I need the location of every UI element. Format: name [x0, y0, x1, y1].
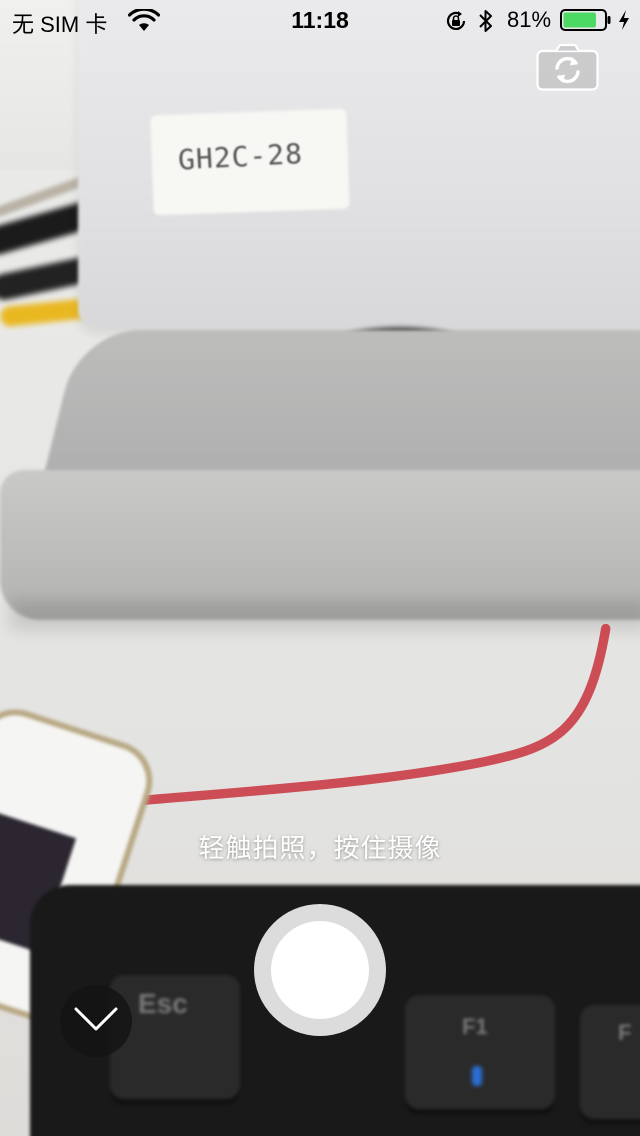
battery-icon — [560, 9, 611, 31]
key-label-f2: F — [618, 1020, 632, 1045]
switch-camera-button[interactable] — [536, 43, 599, 91]
orientation-lock-icon — [446, 11, 466, 30]
battery-percent: 81% — [507, 7, 552, 32]
chevron-down-icon — [74, 1007, 118, 1031]
camera-screen: GH2C-28 Esc F1 F 无 SIM 卡 11:18 81% 轻触拍照，… — [0, 0, 640, 1136]
capture-hint: 轻触拍照，按住摄像 — [198, 834, 442, 864]
key-indicator-light — [472, 1066, 482, 1086]
key-label-esc: Esc — [138, 988, 188, 1019]
mac-mini-side — [0, 470, 640, 620]
shutter-core — [271, 921, 369, 1019]
shutter-button[interactable] — [254, 904, 386, 1036]
status-bar: 无 SIM 卡 11:18 81% — [0, 0, 640, 40]
mac-mini-shadow — [10, 600, 640, 630]
key-label-f1: F1 — [462, 1014, 488, 1039]
keyboard-key-f1 — [405, 995, 555, 1115]
monitor-sticker-text: GH2C-28 — [177, 136, 304, 177]
switch-camera-icon — [536, 43, 599, 91]
bluetooth-icon — [479, 10, 492, 32]
battery-level-fill — [563, 12, 596, 28]
collapse-button[interactable] — [60, 985, 132, 1057]
charging-bolt-icon — [619, 10, 629, 30]
mac-mini-top — [40, 330, 640, 490]
